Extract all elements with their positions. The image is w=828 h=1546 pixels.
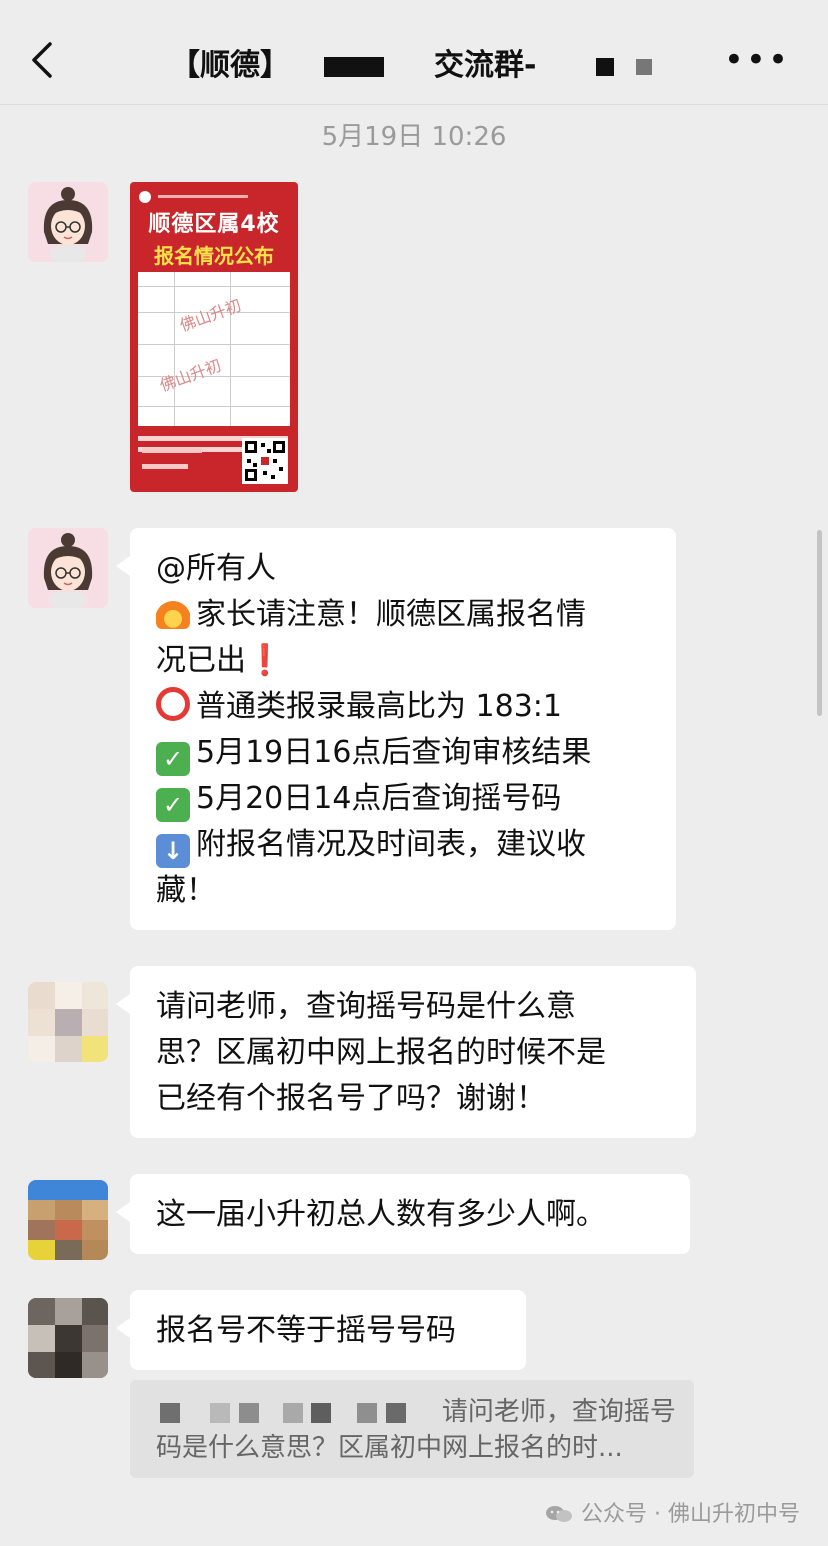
poster-watermark: 佛山升初	[177, 295, 244, 336]
teacher-avatar-illustration	[28, 528, 108, 608]
scrollbar[interactable]	[817, 530, 822, 716]
message-line: 5月20日14点后查询摇号码	[196, 781, 562, 816]
check-mark-icon: ✓	[156, 742, 190, 776]
message-line: 藏！	[156, 873, 216, 908]
pixelated-avatar	[28, 982, 108, 1062]
avatar[interactable]	[28, 982, 108, 1062]
message-line: 附报名情况及时间表，建议收	[196, 827, 586, 862]
message-line: 请问老师，查询摇号码是什么意	[156, 989, 576, 1024]
back-arrow-icon[interactable]	[28, 40, 58, 80]
avatar[interactable]	[28, 182, 108, 262]
redaction-mark	[282, 1402, 303, 1423]
poster-title: 顺德区属4校	[148, 212, 280, 237]
avatar[interactable]	[28, 528, 108, 608]
qr-code-icon	[242, 438, 288, 484]
pixelated-avatar	[28, 1298, 108, 1378]
message-line: 普通类报录最高比为 183:1	[196, 689, 562, 724]
fire-icon	[156, 595, 190, 629]
message-line: 5月19日16点后查询审核结果	[196, 735, 592, 770]
red-circle-icon	[156, 687, 190, 721]
poster-image[interactable]: 顺德区属4校 报名情况公布 佛山升初 佛山升初	[130, 182, 298, 492]
poster-table: 佛山升初 佛山升初	[138, 272, 290, 426]
chat-header: 【顺德】 交流群- •••	[0, 0, 828, 105]
quoted-text-line: 请问老师，查询摇号	[441, 1397, 676, 1427]
pixelated-avatar	[28, 1180, 108, 1260]
message-line: 这一届小升初总人数有多少人啊。	[156, 1197, 606, 1232]
wechat-icon	[546, 1506, 573, 1522]
message-line: 已经有个报名号了吗？谢谢！	[156, 1081, 546, 1116]
check-mark-icon: ✓	[156, 788, 190, 822]
message-bubble[interactable]: 报名号不等于摇号号码	[116, 1290, 526, 1370]
chat-title-part1: 【顺德】	[170, 48, 290, 83]
poster-footer-text	[142, 448, 202, 469]
message-bubble[interactable]: @所有人 家长请注意！顺德区属报名情 况已出❗ 普通类报录最高比为 183:1 …	[116, 528, 676, 930]
redaction-mark	[210, 1402, 231, 1423]
avatar[interactable]	[28, 1298, 108, 1378]
redaction-mark	[596, 57, 615, 76]
teacher-avatar-illustration	[28, 182, 108, 262]
message-line: 报名号不等于摇号号码	[156, 1313, 456, 1348]
redaction-mark	[385, 1402, 406, 1423]
chat-title: 【顺德】 交流群-	[170, 40, 653, 84]
quoted-message[interactable]: 请问老师，查询摇号 码是什么意思？区属初中网上报名的时...	[130, 1380, 694, 1478]
poster-watermark: 佛山升初	[157, 355, 224, 396]
quoted-text-line: 码是什么意思？区属初中网上报名的时...	[156, 1433, 623, 1463]
source-watermark: 公众号 · 佛山升初中号	[545, 1496, 800, 1528]
poster-subtitle: 报名情况公布	[154, 244, 274, 268]
more-options-icon[interactable]: •••	[724, 43, 790, 77]
redaction-mark	[311, 1402, 332, 1423]
message-line: 况已出	[156, 643, 246, 678]
watermark-text: 公众号 · 佛山升初中号	[581, 1502, 800, 1527]
avatar[interactable]	[28, 1180, 108, 1260]
chat-title-part2: 交流群-	[434, 48, 537, 83]
redaction-mark	[636, 58, 653, 75]
exclamation-icon: ❗	[246, 643, 284, 678]
message-bubble[interactable]: 请问老师，查询摇号码是什么意 思？区属初中网上报名的时候不是 已经有个报名号了吗…	[116, 966, 696, 1138]
redaction-mark	[324, 56, 384, 77]
message-line: 思？区属初中网上报名的时候不是	[156, 1035, 606, 1070]
redaction-mark	[238, 1402, 259, 1423]
down-arrow-icon: ↓	[156, 834, 190, 868]
poster-header-strip	[139, 191, 248, 203]
message-line: @所有人	[156, 551, 276, 586]
redaction-mark	[357, 1402, 378, 1423]
redaction-mark	[160, 1402, 180, 1423]
message-line: 家长请注意！顺德区属报名情	[196, 597, 586, 632]
message-timestamp: 5月19日 10:26	[321, 122, 507, 152]
message-bubble[interactable]: 这一届小升初总人数有多少人啊。	[116, 1174, 690, 1254]
